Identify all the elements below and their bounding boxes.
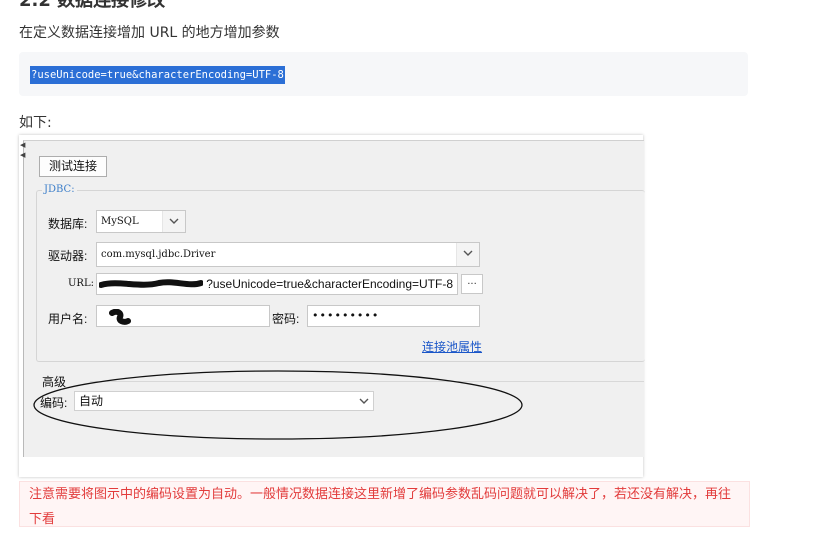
url-label: URL:	[68, 278, 94, 289]
section-heading: 2.2 数据连接修改	[19, 0, 166, 11]
password-value: •••••••••	[312, 309, 380, 322]
driver-value: com.mysql.jdbc.Driver	[101, 249, 216, 260]
test-connection-button[interactable]: 测试连接	[39, 156, 107, 177]
username-field[interactable]	[96, 305, 270, 327]
driver-label: 驱动器:	[48, 249, 88, 263]
code-block: ?useUnicode=true&characterEncoding=UTF-8	[19, 52, 748, 96]
as-follows-text: 如下:	[19, 115, 52, 131]
scroll-left-icon[interactable]: ◀	[20, 141, 25, 149]
dialog-screenshot: ◀ ◀ 测试连接 JDBC: 数据库: MySQL 驱动器: com.mysql…	[19, 135, 645, 477]
url-field[interactable]: ?useUnicode=true&characterEncoding=UTF-8	[96, 273, 458, 295]
database-select[interactable]: MySQL	[96, 210, 186, 233]
database-label: 数据库:	[48, 217, 88, 231]
password-field[interactable]: •••••••••	[307, 305, 480, 327]
code-text: ?useUnicode=true&characterEncoding=UTF-8	[30, 66, 285, 84]
dialog-panel: ◀ ◀ 测试连接 JDBC: 数据库: MySQL 驱动器: com.mysql…	[20, 140, 645, 457]
pool-properties-link[interactable]: 连接池属性	[422, 338, 482, 355]
username-label: 用户名:	[48, 312, 88, 326]
chevron-down-icon[interactable]	[456, 243, 479, 266]
highlight-ellipse	[33, 370, 523, 440]
chevron-down-icon[interactable]	[162, 211, 185, 232]
driver-select[interactable]: com.mysql.jdbc.Driver	[96, 242, 480, 267]
url-more-button[interactable]: ...	[461, 274, 483, 294]
jdbc-group-label: JDBC:	[42, 184, 77, 195]
password-label: 密码:	[272, 312, 300, 326]
database-value: MySQL	[101, 216, 139, 227]
redaction-mark	[109, 309, 131, 325]
redaction-mark	[99, 279, 203, 288]
url-value: ?useUnicode=true&characterEncoding=UTF-8	[206, 277, 453, 291]
intro-text: 在定义数据连接增加 URL 的地方增加参数	[19, 25, 280, 41]
warning-note: 注意需要将图示中的编码设置为自动。一般情况数据连接这里新增了编码参数乱码问题就可…	[19, 481, 750, 527]
scroll-left-icon[interactable]: ◀	[20, 151, 25, 159]
